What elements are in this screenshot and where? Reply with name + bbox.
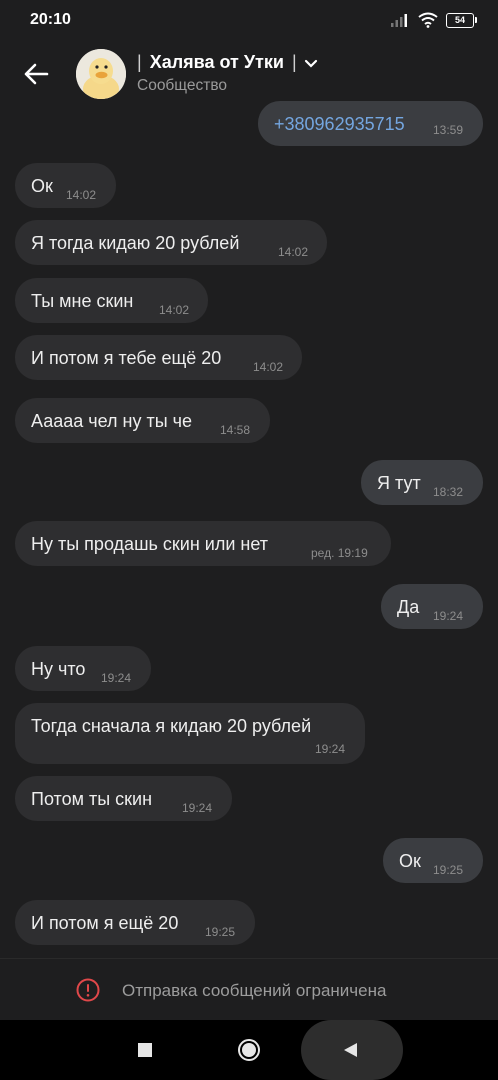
message-bubble-incoming[interactable]: Ну ты продашь скин или нет ред. 19:19	[15, 521, 391, 566]
message-time: 19:24	[101, 671, 132, 685]
message-bubble-incoming[interactable]: Ок 14:02	[15, 163, 116, 208]
chat-title[interactable]: | Халява от Утки |	[137, 52, 319, 73]
message-time: 19:25	[433, 863, 464, 877]
message-time: 19:25	[205, 925, 236, 939]
message-time: ред. 19:19	[311, 546, 368, 560]
message-time: 14:58	[220, 423, 251, 437]
message-time: 13:59	[433, 123, 464, 137]
message-text: Я тогда кидаю 20 рублей	[31, 233, 240, 253]
status-time: 20:10	[30, 11, 71, 28]
chat-subtitle: Сообщество	[137, 77, 228, 94]
message-time: 14:02	[278, 245, 309, 259]
message-text: Ок	[399, 851, 421, 871]
recents-square-icon[interactable]	[137, 1042, 153, 1058]
message-bubble-incoming[interactable]: Ну что 19:24	[15, 646, 151, 691]
duck-avatar-icon	[76, 49, 126, 99]
message-bubble-incoming[interactable]: Ааааа чел ну ты че 14:58	[15, 398, 270, 443]
message-bubble-incoming[interactable]: Я тогда кидаю 20 рублей 14:02	[15, 220, 327, 265]
message-time: 14:02	[253, 360, 284, 374]
wifi-icon	[418, 12, 438, 28]
message-bubble-incoming[interactable]: Тогда сначала я кидаю 20 рублей 19:24	[15, 703, 365, 764]
status-icons: 54	[390, 12, 477, 28]
message-text[interactable]: +380962935715	[274, 114, 405, 135]
message-bubble-outgoing[interactable]: +380962935715 13:59	[258, 101, 483, 146]
message-bubble-incoming[interactable]: Потом ты скин 19:24	[15, 776, 232, 821]
message-time: 14:02	[66, 188, 97, 202]
battery-icon: 54	[446, 12, 477, 28]
message-text: Ну что	[31, 659, 86, 679]
system-nav-bar	[0, 1020, 498, 1080]
message-bubble-outgoing[interactable]: Я тут 18:32	[361, 460, 483, 505]
chat-title-text: Халява от Утки	[149, 52, 284, 72]
message-text: Ну ты продашь скин или нет	[31, 534, 268, 554]
message-time: 18:32	[433, 485, 464, 499]
avatar[interactable]	[76, 49, 126, 99]
message-time: 19:24	[182, 801, 213, 815]
message-text: Ты мне скин	[31, 291, 134, 311]
message-text: И потом я ещё 20	[31, 913, 179, 933]
back-triangle-icon[interactable]	[342, 1042, 358, 1058]
message-bubble-incoming[interactable]: И потом я ещё 20 19:25	[15, 900, 255, 945]
home-circle-icon[interactable]	[237, 1038, 261, 1062]
message-bubble-incoming[interactable]: Ты мне скин 14:02	[15, 278, 208, 323]
message-text: Потом ты скин	[31, 789, 153, 809]
message-restricted-bar: Отправка сообщений ограничена	[0, 958, 498, 1021]
message-bubble-outgoing[interactable]: Да 19:24	[381, 584, 483, 629]
message-time: 19:24	[315, 742, 346, 756]
back-arrow-icon[interactable]	[22, 60, 50, 88]
signal-icon	[391, 14, 407, 27]
message-time: 19:24	[433, 609, 464, 623]
message-bubble-incoming[interactable]: И потом я тебе ещё 20 14:02	[15, 335, 302, 380]
message-text: Я тут	[377, 473, 421, 493]
message-time: 14:02	[159, 303, 190, 317]
warning-circle-icon	[76, 978, 100, 1002]
chat-header: | Халява от Утки | Сообщество	[0, 40, 498, 110]
message-text: Тогда сначала я кидаю 20 рублей	[31, 716, 312, 736]
message-text: Ааааа чел ну ты че	[31, 411, 193, 431]
message-bubble-outgoing[interactable]: Ок 19:25	[383, 838, 483, 883]
message-text: Да	[397, 597, 420, 617]
restriction-text: Отправка сообщений ограничена	[122, 981, 387, 1000]
message-text: И потом я тебе ещё 20	[31, 348, 222, 368]
status-bar: 20:10 54	[0, 0, 498, 40]
chevron-down-icon[interactable]	[303, 57, 319, 69]
message-text: Ок	[31, 176, 53, 196]
